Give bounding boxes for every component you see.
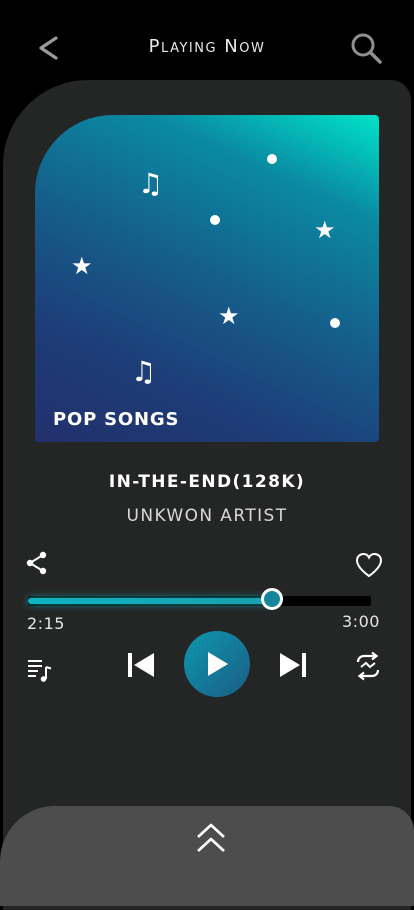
playlist-icon	[28, 660, 52, 682]
total-time: 3:00	[342, 612, 380, 631]
previous-button[interactable]	[123, 648, 159, 682]
play-icon	[208, 652, 228, 676]
skip-next-icon	[280, 653, 306, 677]
skip-previous-icon	[128, 653, 154, 677]
star-icon: ★	[314, 216, 336, 244]
dot-icon	[330, 318, 340, 328]
star-icon: ★	[71, 252, 93, 280]
repeat-icon	[356, 651, 380, 681]
repeat-button[interactable]	[350, 648, 386, 684]
playlist-button[interactable]	[22, 652, 56, 686]
share-button[interactable]	[22, 548, 52, 578]
progress-knob[interactable]	[260, 588, 283, 610]
track-artist: UNKWON ARTIST	[126, 506, 288, 526]
elapsed-time: 2:15	[27, 614, 65, 633]
album-cover: ♫ ★ ★ ★ ♫ POP SONGS	[35, 115, 379, 442]
music-note-icon: ♫	[138, 167, 164, 200]
progress-fill	[28, 598, 272, 604]
heart-icon	[355, 552, 383, 578]
search-button[interactable]	[346, 28, 386, 68]
play-button[interactable]	[184, 631, 250, 697]
music-note-icon: ♫	[131, 355, 157, 388]
progress-bar[interactable]	[28, 588, 371, 610]
favorite-button[interactable]	[354, 550, 384, 580]
dot-icon	[267, 154, 277, 164]
album-title: POP SONGS	[53, 409, 180, 430]
double-chevron-up-icon	[197, 823, 225, 852]
track-title: IN-THE-END(128K)	[108, 472, 306, 492]
expand-button[interactable]	[190, 818, 232, 858]
star-icon: ★	[218, 302, 240, 330]
dot-icon	[210, 215, 220, 225]
next-button[interactable]	[275, 648, 311, 682]
share-icon	[26, 551, 47, 575]
search-icon	[351, 33, 382, 64]
